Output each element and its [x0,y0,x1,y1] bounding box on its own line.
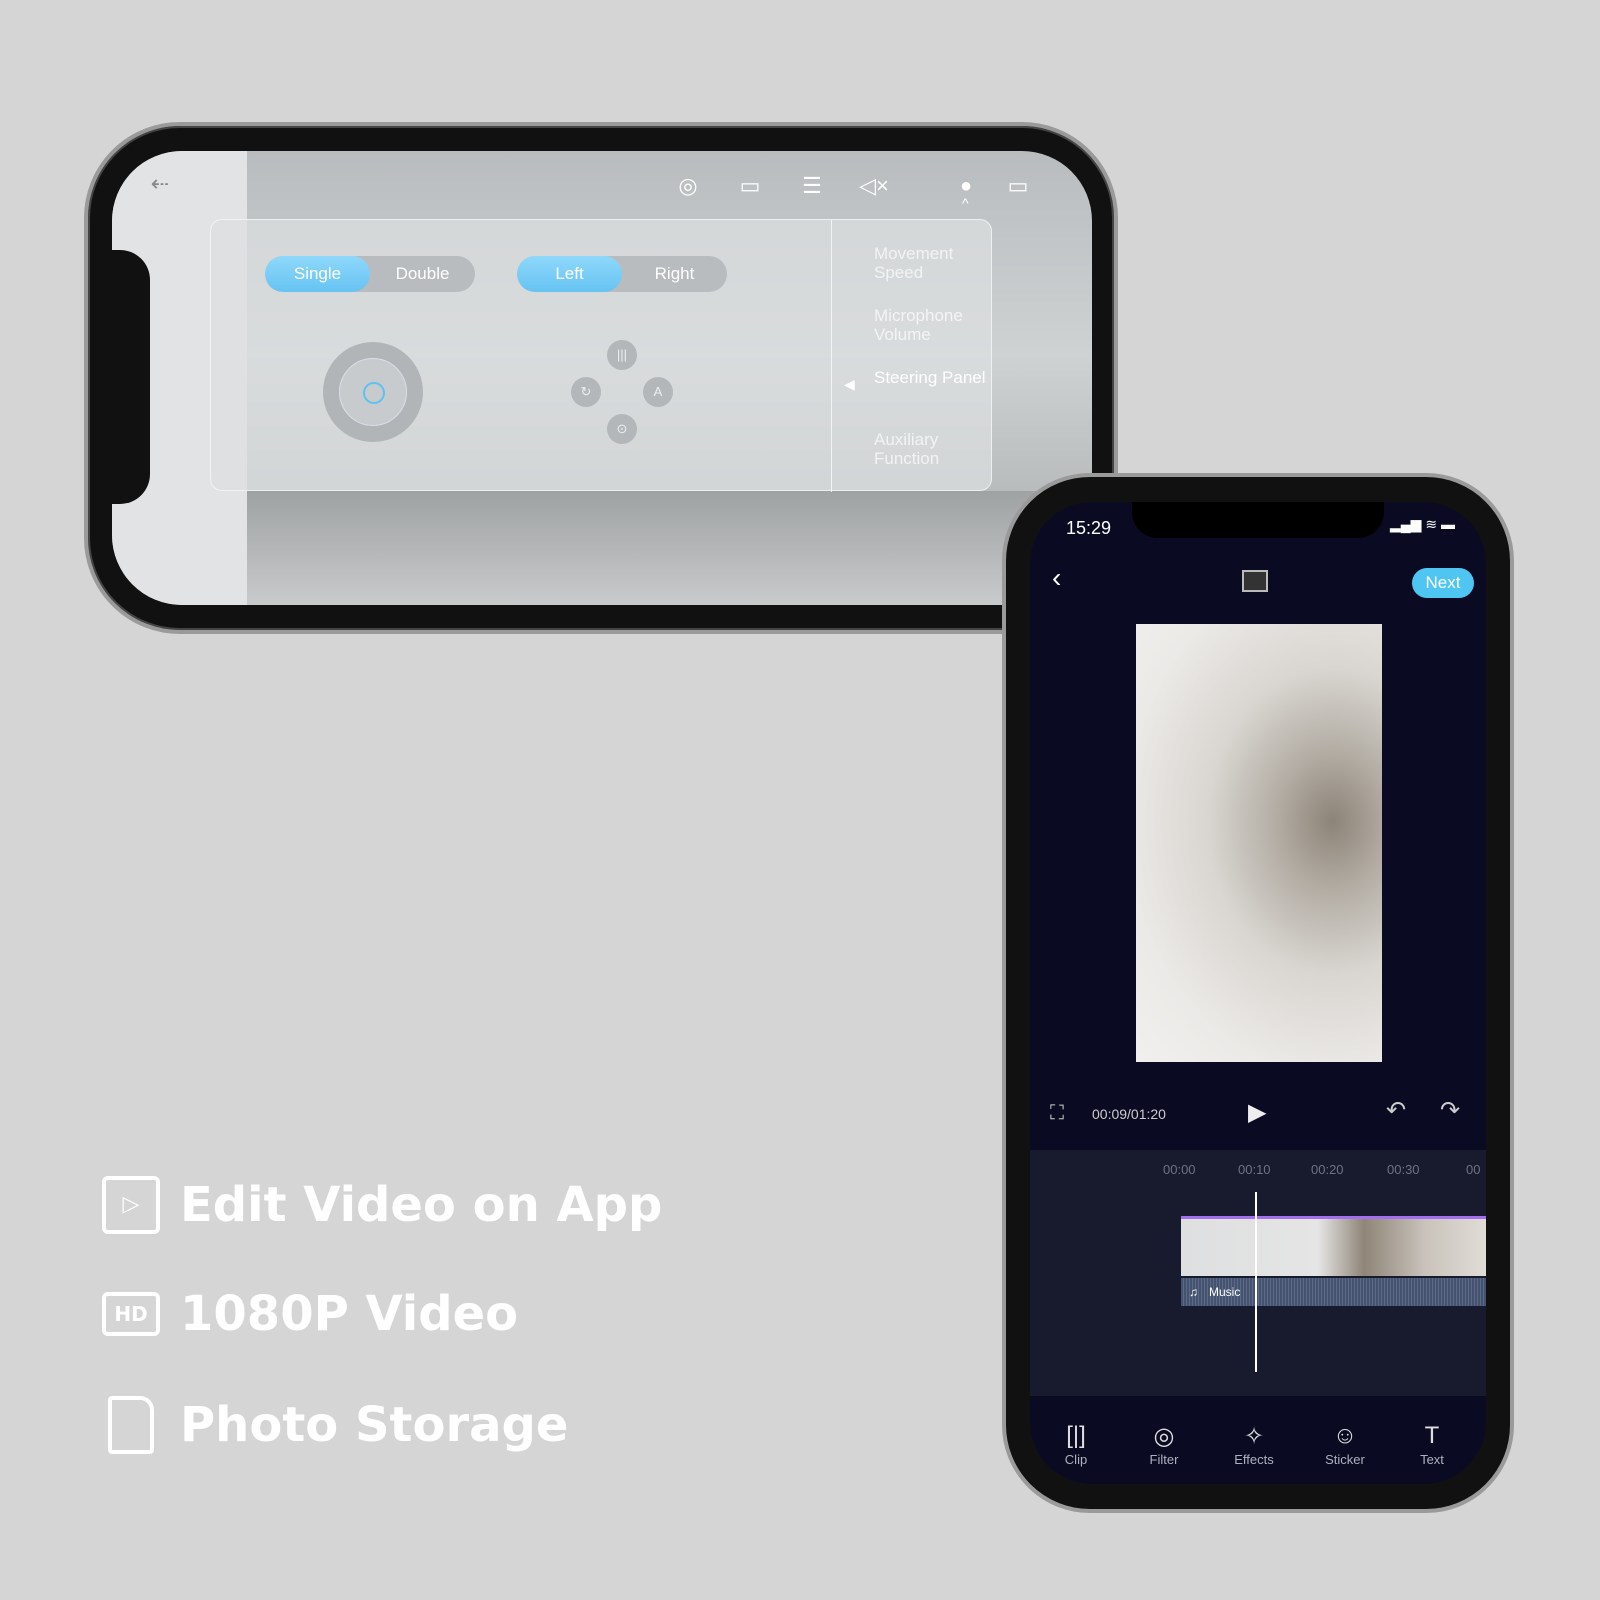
redo-icon[interactable]: ↷ [1440,1096,1460,1125]
mode-toggle[interactable]: Single Double [265,256,475,292]
play-icon[interactable]: ▶ [1248,1098,1266,1127]
filter-icon: ◎ [1153,1423,1175,1450]
mute-icon[interactable]: ◁× [856,171,892,201]
tool-clip[interactable]: [|] Clip [1046,1422,1106,1467]
tool-text[interactable]: T Text [1402,1422,1462,1467]
sticker-icon: ☺ [1332,1422,1358,1449]
auto-icon[interactable]: A [643,377,673,407]
video-preview [1136,624,1382,1062]
next-button[interactable]: Next [1412,568,1474,598]
portrait-screen: 15:29 ▂▄▆ ≋ ▬ ‹ Next ⛶ 00:09/01:20 ▶ ↶ ↷… [1030,502,1486,1484]
mode-double[interactable]: Double [370,256,475,292]
tick: 00:30 [1387,1162,1420,1177]
hand-left[interactable]: Left [517,256,622,292]
effects-icon: ✧ [1243,1423,1265,1450]
action-button-bottom[interactable]: ⊙ [607,414,637,444]
rotate-icon[interactable]: ↻ [571,377,601,407]
hand-toggle[interactable]: Left Right [517,256,727,292]
tool-label: Text [1420,1452,1444,1467]
tool-label: Filter [1149,1452,1179,1467]
top-toolbar: ◎ ▭ ☰ ◁× ● ▭ [670,171,1036,201]
clip-icon: [|] [1066,1422,1086,1449]
feature-1080p: HD 1080P Video [102,1286,518,1342]
menu-movement-speed[interactable]: Movement Speed [874,244,993,282]
status-icons: ▂▄▆ ≋ ▬ [1390,516,1455,532]
feature-photo-storage: Photo Storage [102,1396,568,1454]
text-icon: T [1424,1422,1440,1449]
feature-label: 1080P Video [180,1286,519,1342]
music-track[interactable]: ♫ Music [1181,1278,1486,1306]
floor [247,491,1092,605]
tick: 00 [1466,1162,1481,1177]
chevron-up-icon[interactable]: ^ [962,195,969,211]
joystick-inner [339,358,407,426]
mode-single[interactable]: Single [265,256,370,292]
tool-filter[interactable]: ◎ Filter [1134,1422,1194,1467]
notch [1132,502,1384,538]
video-edit-icon: ▷ [102,1176,160,1234]
control-panel: Single Double Left Right ||| ↻ A ⊙ Movem… [210,219,993,492]
tool-label: Effects [1234,1452,1274,1467]
exit-icon[interactable]: ⇠ [142,169,178,199]
video-clip-track[interactable] [1181,1216,1486,1276]
hd-icon: HD [102,1292,160,1336]
status-time: 15:29 [1066,518,1112,538]
menu-microphone-volume[interactable]: Microphone Volume [874,306,993,344]
joystick-center[interactable] [363,382,385,404]
tool-label: Clip [1064,1452,1088,1467]
tool-effects[interactable]: ✧ Effects [1224,1422,1284,1467]
camera-icon[interactable]: ◎ [670,171,706,201]
back-icon[interactable]: ‹ [1052,562,1061,594]
music-note-icon: ♫ [1189,1285,1198,1299]
tick: 00:20 [1311,1162,1344,1177]
menu-auxiliary-function[interactable]: Auxiliary Function [874,430,993,468]
battery-icon: ▭ [1007,173,1029,198]
action-button-top[interactable]: ||| [607,340,637,370]
notch [112,250,150,504]
music-label: Music [1209,1285,1241,1299]
tool-sticker[interactable]: ☺ Sticker [1315,1422,1375,1467]
aspect-ratio-icon[interactable] [1242,570,1268,592]
direction-joystick[interactable] [323,342,423,442]
sd-card-icon [108,1396,154,1454]
fullscreen-icon[interactable]: ⛶ [1050,1102,1064,1125]
video-record-icon[interactable]: ▭ [732,171,768,201]
selected-indicator-icon: ◀ [844,376,855,392]
feature-label: Photo Storage [180,1397,569,1453]
tool-label: Sticker [1325,1452,1365,1467]
feature-label: Edit Video on App [180,1177,663,1233]
list-icon[interactable]: ☰ [794,171,830,201]
undo-icon[interactable]: ↶ [1386,1096,1406,1125]
playhead[interactable] [1255,1192,1257,1372]
tick: 00:10 [1238,1162,1271,1177]
landscape-screen: ⇠ ◎ ▭ ☰ ◁× ● ▭ ^ Single Double Left Righ… [112,151,1092,605]
tick: 00:00 [1163,1162,1196,1177]
playback-time: 00:09/01:20 [1092,1106,1166,1122]
menu-steering-panel[interactable]: Steering Panel [874,368,986,387]
timeline[interactable]: 00:00 00:10 00:20 00:30 00 ♫ Music [1030,1150,1486,1396]
hand-right[interactable]: Right [622,256,727,292]
feature-edit-video: ▷ Edit Video on App [102,1176,662,1234]
settings-menu: Movement Speed Microphone Volume ◀ Steer… [831,220,993,492]
